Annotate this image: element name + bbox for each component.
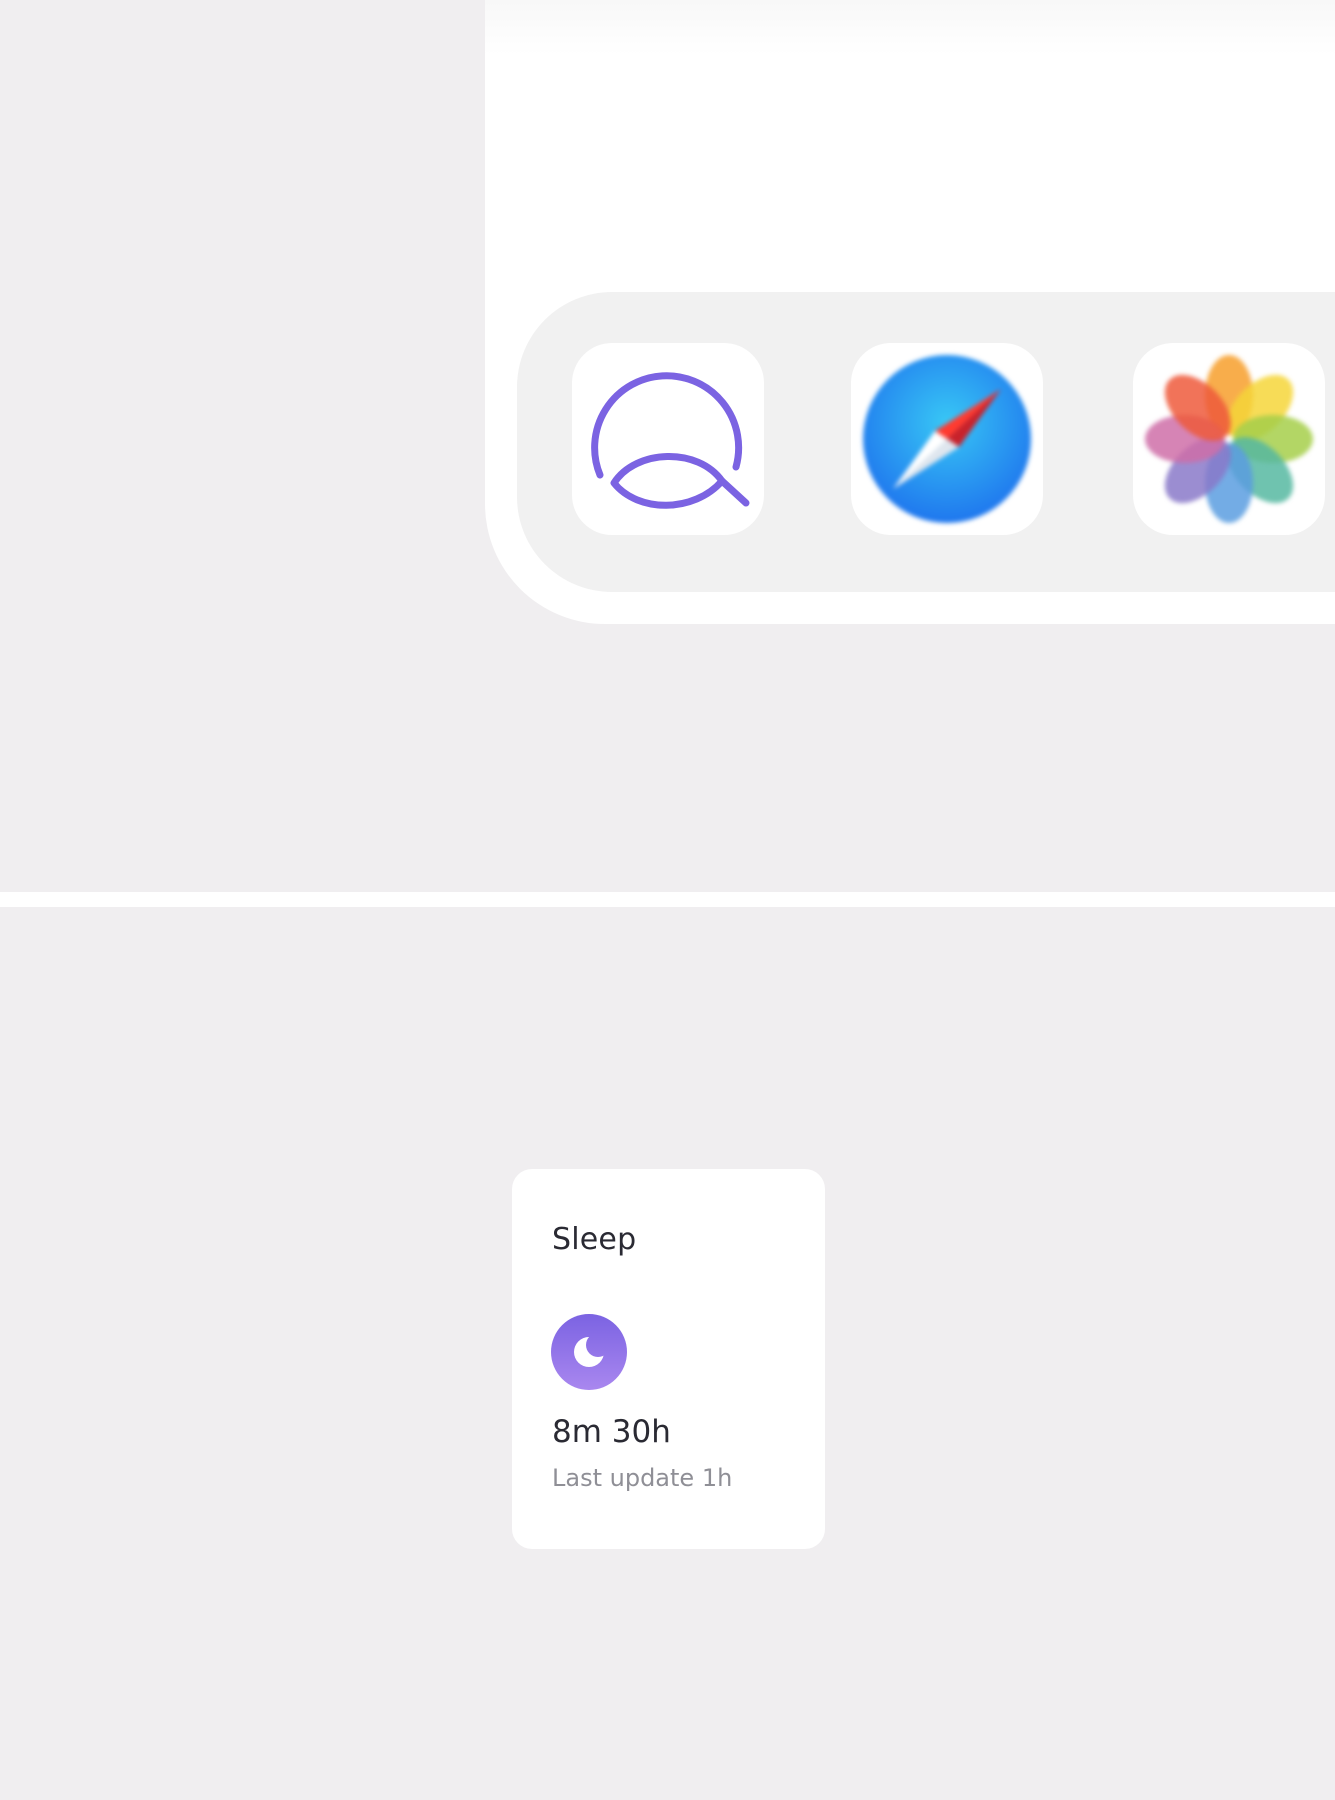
sleep-card[interactable]: Sleep 8m 30h Last update 1h <box>512 1169 825 1549</box>
safari-app-icon-button[interactable] <box>851 343 1043 535</box>
last-update-text: Last update 1h <box>552 1464 733 1492</box>
sleep-card-title: Sleep <box>552 1222 637 1257</box>
photos-app-icon-button[interactable] <box>1133 343 1325 535</box>
photos-flower-icon <box>1145 355 1313 523</box>
section-divider <box>0 892 1335 907</box>
safari-compass-icon <box>863 355 1031 523</box>
sleep-duration-value: 8m 30h <box>552 1414 671 1450</box>
moon-badge <box>551 1314 627 1390</box>
q-app-icon-button[interactable] <box>572 343 764 535</box>
moon-icon <box>574 1337 604 1367</box>
q-logo-icon <box>591 372 750 509</box>
top-panel <box>0 0 1335 892</box>
